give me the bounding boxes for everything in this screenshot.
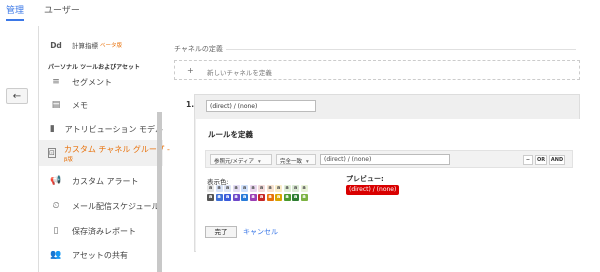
match-select-value: 完全一致 xyxy=(280,159,303,165)
sidebar-item-saved-reports[interactable]: ▯ 保存済みレポート xyxy=(39,220,163,242)
cancel-link[interactable]: キャンセル xyxy=(243,227,278,237)
bar-chart-icon: ▮ xyxy=(49,124,55,134)
annotation-icon: ▤ xyxy=(51,100,61,110)
beta-badge: β版 xyxy=(63,156,73,163)
done-button[interactable]: 完了 xyxy=(205,226,237,238)
color-swatch-dark[interactable]: a xyxy=(283,194,291,201)
sidebar-heading: パーソナル ツールおよびアセット xyxy=(48,64,140,71)
color-swatch-dark[interactable]: a xyxy=(241,194,248,201)
channel-editor: (direct) / (none) ルールを定義 参照元/メディア ▾ 完全一致 ▾… xyxy=(194,94,580,252)
back-button[interactable]: ← xyxy=(6,88,28,104)
color-swatch-dark[interactable]: a xyxy=(249,194,257,201)
dimension-select-value: 参照元/メディア xyxy=(214,159,254,165)
channel-group-icon: ⊡ xyxy=(48,148,56,158)
match-type-select[interactable]: 完全一致 ▾ xyxy=(276,154,316,165)
color-swatch-light[interactable]: a xyxy=(266,185,274,192)
sidebar-item-calculated-metrics[interactable]: Dd 計算指標 ベータ版 xyxy=(39,38,163,52)
color-swatch-light[interactable]: a xyxy=(275,185,282,192)
tab-user[interactable]: ユーザー xyxy=(44,3,80,19)
channel-number: 1. xyxy=(186,100,195,109)
share-people-icon: 👥 xyxy=(50,250,62,260)
rules-title: ルールを定義 xyxy=(208,130,253,139)
color-swatch-light[interactable]: a xyxy=(241,185,248,192)
color-swatch-light[interactable]: a xyxy=(292,185,299,192)
sidebar-scrollbar[interactable] xyxy=(157,112,162,272)
sidebar-item-attribution-models[interactable]: ▮ アトリビューション モデル xyxy=(39,118,163,140)
sidebar-item-custom-channel-groups[interactable]: ⊡ カスタム チャネル グループ - β版 xyxy=(39,140,170,166)
sidebar-item-scheduled-emails[interactable]: ⏲ メール配信スケジュール xyxy=(39,195,163,217)
sidebar-item-label: セグメント xyxy=(72,77,112,87)
color-swatch-light[interactable]: a xyxy=(207,185,214,192)
sidebar-item-label: アセットの共有 xyxy=(72,250,128,260)
color-swatch-dark[interactable]: a xyxy=(215,194,223,201)
color-swatch-light[interactable]: a xyxy=(215,185,223,192)
rule-value-input[interactable]: (direct) / (none) xyxy=(320,154,450,165)
megaphone-icon: 📢 xyxy=(50,176,62,186)
sidebar-item-label: 保存済みレポート xyxy=(72,226,136,236)
color-swatch-dark[interactable]: a xyxy=(258,194,265,201)
document-icon: ▯ xyxy=(53,226,59,236)
dimension-select[interactable]: 参照元/メディア ▾ xyxy=(210,154,272,165)
preview-label: プレビュー: xyxy=(346,175,384,183)
sidebar-item-segments[interactable]: ≡ セグメント xyxy=(39,71,163,93)
color-swatch-light[interactable]: a xyxy=(300,185,308,192)
sidebar-item-custom-alerts[interactable]: 📢 カスタム アラート xyxy=(39,170,163,192)
chevron-down-icon: ▾ xyxy=(257,159,261,165)
plus-icon: + xyxy=(187,66,194,75)
new-channel-button[interactable]: + 新しいチャネルを定義 xyxy=(174,60,580,80)
color-swatch-light[interactable]: a xyxy=(249,185,257,192)
color-swatch-light[interactable]: a xyxy=(258,185,265,192)
rule-row: 参照元/メディア ▾ 完全一致 ▾ (direct) / (none) − OR A… xyxy=(205,150,573,168)
color-swatch-dark[interactable]: a xyxy=(207,194,214,201)
sidebar-item-label: 計算指標 xyxy=(72,42,98,50)
sidebar-item-label: カスタム アラート xyxy=(72,176,139,186)
color-swatch-dark[interactable]: a xyxy=(292,194,299,201)
sidebar-item-label: メール配信スケジュール xyxy=(72,201,160,211)
preview-badge: (direct) / (none) xyxy=(346,185,400,195)
color-swatch-light[interactable]: a xyxy=(283,185,291,192)
color-swatch-light[interactable]: a xyxy=(232,185,240,192)
remove-rule-button[interactable]: − xyxy=(523,155,533,165)
sidebar-item-share-assets[interactable]: 👥 アセットの共有 xyxy=(39,244,163,266)
chevron-down-icon: ▾ xyxy=(306,159,309,165)
color-swatch-dark[interactable]: a xyxy=(266,194,274,201)
clock-icon: ⏲ xyxy=(52,201,60,211)
and-button[interactable]: AND xyxy=(549,155,565,165)
color-swatch-dark[interactable]: a xyxy=(275,194,282,201)
channel-name-input[interactable]: (direct) / (none) xyxy=(206,100,316,112)
tab-admin[interactable]: 管理 xyxy=(6,3,25,21)
arrow-left-icon: ← xyxy=(12,90,22,102)
color-swatch-dark[interactable]: a xyxy=(300,194,308,201)
top-nav: 管理 ユーザー xyxy=(0,0,600,21)
sidebar-item-label: メモ xyxy=(72,100,88,110)
color-swatch-light[interactable]: a xyxy=(224,185,231,192)
sidebar: Dd 計算指標 ベータ版 パーソナル ツールおよびアセット ≡ セグメント ▤ … xyxy=(38,26,170,272)
main-content: チャネルの定義 + 新しいチャネルを定義 1. (direct) / (none… xyxy=(174,44,580,252)
new-channel-label: 新しいチャネルを定義 xyxy=(207,69,272,77)
color-swatch-dark[interactable]: a xyxy=(232,194,240,201)
segment-icon: ≡ xyxy=(52,77,60,87)
rules-panel: ルールを定義 参照元/メディア ▾ 完全一致 ▾ (direct) / (none)… xyxy=(196,119,580,252)
left-gutter: ← xyxy=(0,20,32,272)
color-swatch-dark[interactable]: a xyxy=(224,194,231,201)
sidebar-item-annotations[interactable]: ▤ メモ xyxy=(39,94,163,116)
or-button[interactable]: OR xyxy=(535,155,547,165)
sidebar-item-label: アトリビューション モデル xyxy=(64,124,163,134)
sidebar-item-label: カスタム チャネル グループ - xyxy=(63,144,170,154)
beta-badge: ベータ版 xyxy=(100,43,123,49)
divider xyxy=(226,49,576,50)
calculated-metric-icon: Dd xyxy=(50,40,62,50)
